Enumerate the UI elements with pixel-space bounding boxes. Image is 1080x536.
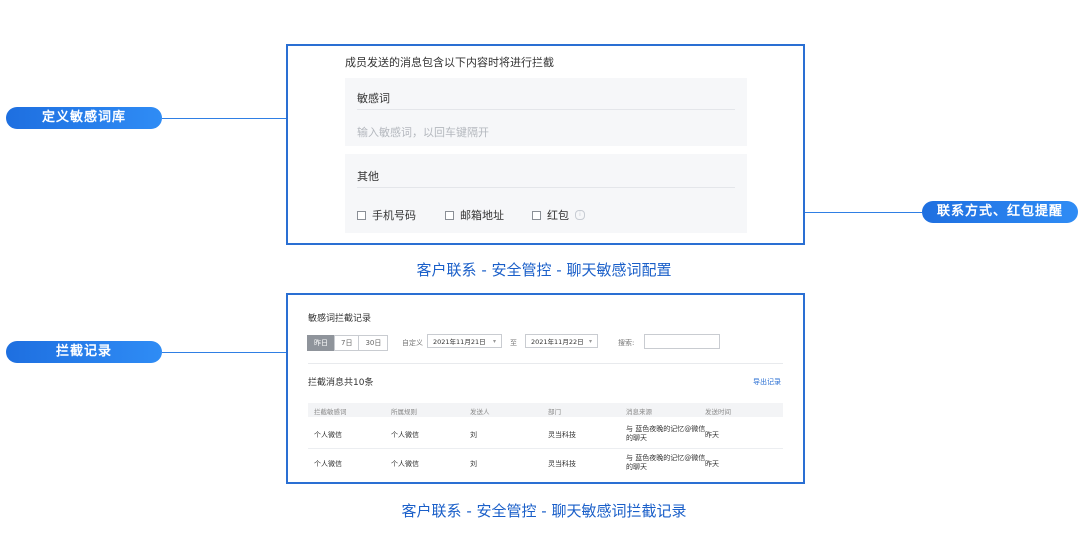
intercept-records-panel: 敏感词拦截记录 昨日 7日 30日 自定义 2021年11月21日 ▾ 至 20…	[286, 293, 805, 484]
config-intro-text: 成员发送的消息包含以下内容时将进行拦截	[345, 56, 554, 69]
sensitive-config-panel: 成员发送的消息包含以下内容时将进行拦截 敏感词 输入敏感词，以回车键隔开 其他 …	[286, 44, 805, 245]
table-cell: 昨天	[705, 460, 719, 468]
export-records-link[interactable]: 导出记录	[753, 377, 781, 387]
caption-config: 客户联系 - 安全管控 - 聊天敏感词配置	[416, 261, 672, 279]
checkbox-square[interactable]	[532, 210, 541, 220]
end-date-select[interactable]: 2021年11月22日 ▾	[525, 334, 598, 348]
table-cell: 个人微信	[314, 460, 342, 468]
column-header: 所属规则	[391, 408, 417, 416]
table-cell: 灵当科技	[548, 431, 576, 439]
end-date-value: 2021年11月22日	[531, 338, 584, 346]
segment-yesterday[interactable]: 昨日	[307, 335, 335, 351]
column-header: 发送人	[470, 408, 490, 416]
start-date-select[interactable]: 2021年11月21日 ▾	[427, 334, 502, 348]
divider	[357, 187, 735, 188]
table-cell: 个人微信	[391, 431, 419, 439]
checkbox-phone[interactable]: 手机号码	[357, 207, 416, 223]
table-header: 拦截敏感词 所属规则 发送人 部门 消息来源 发送时间	[308, 403, 783, 417]
checkbox-phone-label: 手机号码	[372, 209, 416, 222]
callout-define-sensitive-words: 定义敏感词库	[6, 107, 162, 129]
table-row[interactable]: 个人微信 个人微信 刘 灵当科技 与 蓝色夜晚的记忆@微信 的聊天 昨天	[308, 449, 783, 477]
sensitive-words-title: 敏感词	[357, 92, 390, 105]
records-title: 敏感词拦截记录	[308, 314, 372, 324]
table-cell: 刘	[470, 431, 477, 439]
checkbox-email-label: 邮箱地址	[460, 209, 504, 222]
chevron-down-icon: ▾	[492, 338, 496, 345]
segment-7-days[interactable]: 7日	[334, 335, 360, 351]
column-header: 部门	[548, 408, 561, 416]
search-label: 搜索:	[618, 339, 635, 347]
table-cell: 个人微信	[391, 460, 419, 468]
caption-records: 客户联系 - 安全管控 - 聊天敏感词拦截记录	[401, 502, 687, 520]
intercept-count: 拦截消息共10条	[308, 378, 374, 388]
custom-range-label: 自定义	[402, 339, 423, 347]
checkbox-redpacket[interactable]: 红包 i	[532, 207, 585, 223]
to-label: 至	[510, 339, 517, 347]
checkbox-email[interactable]: 邮箱地址	[445, 207, 504, 223]
column-header: 发送时间	[705, 408, 731, 416]
other-options-title: 其他	[357, 170, 379, 183]
search-input[interactable]	[644, 334, 720, 349]
table-cell: 昨天	[705, 431, 719, 439]
callout-intercept-records: 拦截记录	[6, 341, 162, 363]
table-row[interactable]: 个人微信 个人微信 刘 灵当科技 与 蓝色夜晚的记忆@微信 的聊天 昨天	[308, 420, 783, 449]
info-icon[interactable]: i	[575, 210, 585, 220]
table-cell: 灵当科技	[548, 460, 576, 468]
chevron-down-icon: ▾	[588, 338, 592, 345]
column-header: 拦截敏感词	[314, 408, 347, 416]
date-range-segment: 昨日 7日 30日	[307, 335, 389, 351]
table-cell: 个人微信	[314, 431, 342, 439]
table-cell: 与 蓝色夜晚的记忆@微信 的聊天	[626, 454, 706, 471]
checkbox-square[interactable]	[357, 210, 366, 220]
sensitive-words-input[interactable]: 输入敏感词，以回车键隔开	[357, 124, 489, 140]
sensitive-words-box: 敏感词 输入敏感词，以回车键隔开	[345, 78, 747, 146]
checkbox-square[interactable]	[445, 210, 454, 220]
divider	[357, 109, 735, 110]
segment-30-days[interactable]: 30日	[358, 335, 389, 351]
checkbox-redpacket-label: 红包	[547, 209, 569, 222]
table-cell: 刘	[470, 460, 477, 468]
start-date-value: 2021年11月21日	[433, 338, 486, 346]
divider	[308, 363, 783, 364]
table-cell: 与 蓝色夜晚的记忆@微信 的聊天	[626, 425, 706, 442]
other-options-box: 其他 手机号码 邮箱地址 红包 i	[345, 154, 747, 233]
column-header: 消息来源	[626, 408, 652, 416]
callout-contact-redpacket: 联系方式、红包提醒	[922, 201, 1078, 223]
